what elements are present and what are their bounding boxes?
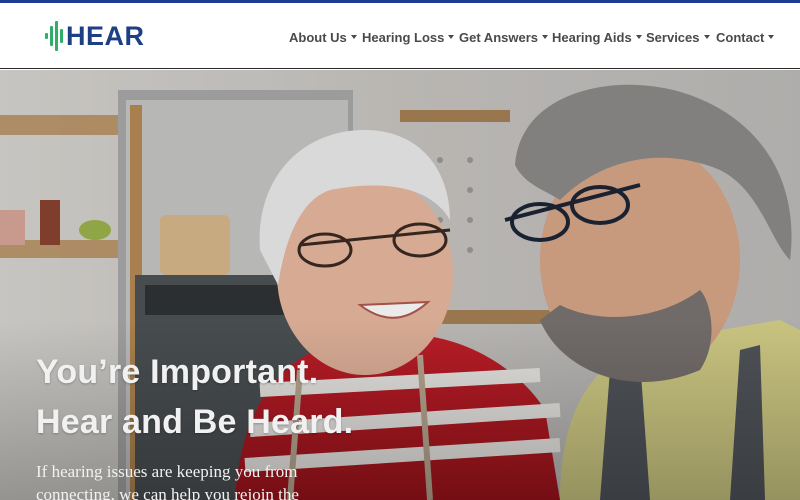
nav-services[interactable]: Services — [646, 27, 710, 47]
chevron-down-icon — [448, 35, 455, 39]
nav-contact[interactable]: Contact — [716, 27, 775, 47]
hero-title-line-2: Hear and Be Heard. — [36, 403, 354, 441]
nav-label: Contact — [716, 29, 765, 45]
hero-banner: You’re Important. Hear and Be Heard. If … — [0, 70, 800, 500]
chevron-down-icon — [542, 35, 548, 39]
main-nav: About Us Hearing Loss Get Answers Hearin… — [0, 27, 800, 47]
nav-about-us[interactable]: About Us — [289, 27, 357, 47]
nav-label: About Us — [289, 29, 347, 45]
chevron-down-icon — [350, 35, 357, 39]
nav-label: Get Answers — [459, 29, 538, 45]
nav-get-answers[interactable]: Get Answers — [459, 27, 548, 47]
hero-title-line-1: You’re Important. — [36, 353, 319, 391]
hero-subtitle: If hearing issues are keeping you from c… — [36, 462, 299, 500]
site-header: HEAR About Us Hearing Loss Get Answers H… — [0, 3, 800, 69]
nav-label: Hearing Loss — [362, 29, 445, 45]
chevron-down-icon — [768, 35, 775, 39]
nav-label: Hearing Aids — [552, 29, 632, 45]
nav-hearing-aids[interactable]: Hearing Aids — [552, 27, 642, 47]
nav-hearing-loss[interactable]: Hearing Loss — [362, 27, 455, 47]
nav-label: Services — [646, 29, 700, 45]
chevron-down-icon — [635, 35, 642, 39]
chevron-down-icon — [703, 35, 710, 39]
